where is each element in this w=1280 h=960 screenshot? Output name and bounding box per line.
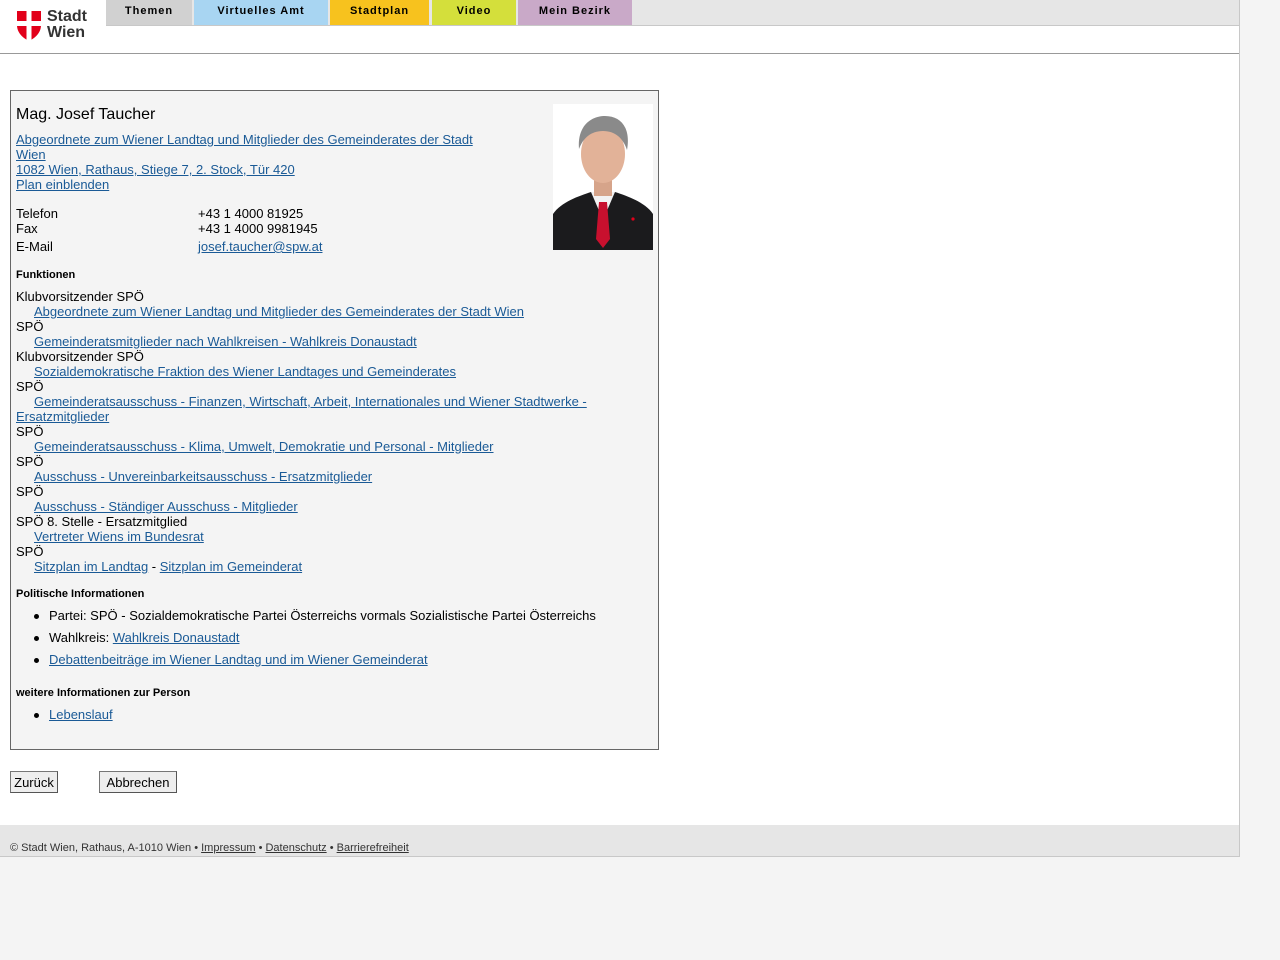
further-info-list: Lebenslauf (16, 707, 113, 729)
function-link[interactable]: Abgeordnete zum Wiener Landtag und Mitgl… (34, 304, 524, 319)
page: Stadt Wien Themen Virtuelles Amt Stadtpl… (0, 0, 1240, 857)
further-info-heading: weitere Informationen zur Person (16, 687, 191, 699)
political-info-list: Partei: SPÖ - Sozialdemokratische Partei… (16, 608, 596, 674)
function-link[interactable]: Gemeinderatsmitglieder nach Wahlkreisen … (34, 334, 417, 349)
function-role: SPÖ (16, 379, 44, 394)
datenschutz-link[interactable]: Datenschutz (265, 842, 326, 854)
function-role: SPÖ 8. Stelle - Ersatzmitglied (16, 514, 188, 529)
footer: © Stadt Wien, Rathaus, A-1010 Wien • Imp… (0, 825, 1239, 857)
fax-value: +43 1 4000 9981945 (198, 221, 318, 236)
nav-tab-mein-bezirk[interactable]: Mein Bezirk (518, 0, 632, 25)
logo-text-line1: Stadt (47, 8, 87, 25)
seating-plan-landtag-link[interactable]: Sitzplan im Landtag (34, 559, 148, 574)
separator: • (326, 842, 337, 854)
list-item: Wahlkreis: Wahlkreis Donaustadt (16, 630, 596, 652)
phone-label: Telefon (16, 206, 58, 221)
seating-plan-links: Sitzplan im Landtag - Sitzplan im Gemein… (34, 559, 302, 574)
footer-text: © Stadt Wien, Rathaus, A-1010 Wien • Imp… (10, 842, 409, 854)
function-link[interactable]: Sozialdemokratische Fraktion des Wiener … (34, 364, 456, 379)
function-role: SPÖ (16, 544, 44, 559)
cv-link[interactable]: Lebenslauf (49, 707, 113, 722)
party-text: Partei: SPÖ - Sozialdemokratische Partei… (49, 608, 596, 623)
address-link[interactable]: 1082 Wien, Rathaus, Stiege 7, 2. Stock, … (16, 162, 295, 177)
district-link[interactable]: Wahlkreis Donaustadt (113, 630, 240, 645)
header: Stadt Wien Themen Virtuelles Amt Stadtpl… (0, 0, 1239, 54)
functions-heading: Funktionen (16, 269, 76, 281)
function-link-cont[interactable]: Ersatzmitglieder (16, 409, 109, 424)
separator: • (255, 842, 266, 854)
nav-tab-virtuelles-amt[interactable]: Virtuelles Amt (194, 0, 328, 25)
person-details-panel: Mag. Josef Taucher Abgeordnete zum Wiene… (10, 90, 659, 750)
function-role: Klubvorsitzender SPÖ (16, 289, 144, 304)
person-name: Mag. Josef Taucher (16, 106, 156, 123)
fax-label: Fax (16, 221, 38, 236)
list-item: Partei: SPÖ - Sozialdemokratische Partei… (16, 608, 596, 630)
wien-shield-icon (17, 11, 41, 41)
function-role: SPÖ (16, 454, 44, 469)
function-link[interactable]: Gemeinderatsausschuss - Finanzen, Wirtsc… (34, 394, 587, 409)
email-label: E-Mail (16, 239, 53, 254)
debates-link[interactable]: Debattenbeiträge im Wiener Landtag und i… (49, 652, 428, 667)
stadt-wien-logo[interactable]: Stadt Wien (15, 9, 95, 43)
separator: - (148, 559, 160, 574)
back-button[interactable]: Zurück (10, 771, 58, 793)
function-role: SPÖ (16, 319, 44, 334)
logo-text-line2: Wien (47, 24, 86, 41)
affiliation-link-cont[interactable]: Wien (16, 147, 46, 162)
cancel-button[interactable]: Abbrechen (99, 771, 177, 793)
email-link[interactable]: josef.taucher@spw.at (198, 239, 322, 254)
district-label: Wahlkreis: (49, 630, 113, 645)
barrierefreiheit-link[interactable]: Barrierefreiheit (337, 842, 409, 854)
function-link[interactable]: Vertreter Wiens im Bundesrat (34, 529, 204, 544)
list-item: Lebenslauf (16, 707, 113, 729)
main-navigation: Themen Virtuelles Amt Stadtplan Video Me… (106, 0, 1239, 26)
political-info-heading: Politische Informationen (16, 588, 145, 600)
function-role: Klubvorsitzender SPÖ (16, 349, 144, 364)
impressum-link[interactable]: Impressum (201, 842, 255, 854)
function-role: SPÖ (16, 424, 44, 439)
function-link[interactable]: Gemeinderatsausschuss - Klima, Umwelt, D… (34, 439, 494, 454)
nav-tab-themen[interactable]: Themen (106, 0, 192, 25)
show-plan-link[interactable]: Plan einblenden (16, 177, 109, 192)
function-role: SPÖ (16, 484, 44, 499)
list-item: Debattenbeiträge im Wiener Landtag und i… (16, 652, 596, 674)
function-link[interactable]: Ausschuss - Ständiger Ausschuss - Mitgli… (34, 499, 298, 514)
seating-plan-gemeinderat-link[interactable]: Sitzplan im Gemeinderat (160, 559, 302, 574)
copyright: © Stadt Wien, Rathaus, A-1010 Wien • (10, 842, 202, 854)
person-photo (553, 104, 653, 250)
function-link[interactable]: Ausschuss - Unvereinbarkeitsausschuss - … (34, 469, 372, 484)
nav-tab-stadtplan[interactable]: Stadtplan (330, 0, 429, 25)
affiliation-link[interactable]: Abgeordnete zum Wiener Landtag und Mitgl… (16, 132, 473, 147)
phone-value: +43 1 4000 81925 (198, 206, 304, 221)
nav-tab-video[interactable]: Video (432, 0, 516, 25)
